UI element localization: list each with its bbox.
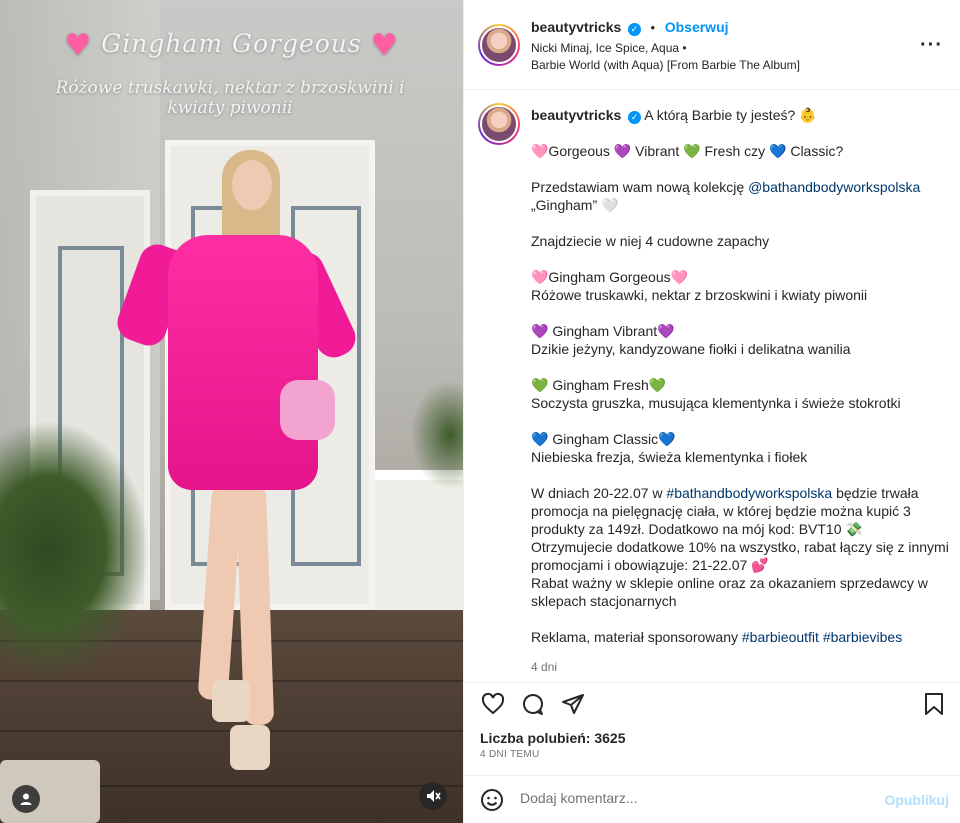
avatar[interactable] <box>478 103 520 145</box>
heart-icon: ♥ <box>370 28 399 63</box>
comment-icon <box>523 694 544 715</box>
caption-username[interactable]: beautyvtricks <box>531 107 621 123</box>
follow-button[interactable]: Obserwuj <box>665 19 729 35</box>
hashtag-link[interactable]: #barbieoutfit <box>742 629 819 645</box>
plant <box>0 420 150 680</box>
post-media[interactable]: ♥ Gingham Gorgeous ♥ Różowe truskawki, n… <box>0 0 463 823</box>
caption-text: beautyvtricks ✓ A którą Barbie ty jesteś… <box>531 106 951 676</box>
figure-shoe <box>212 680 250 722</box>
media-subtitle: Różowe truskawki, nektar z brzoskwini i … <box>55 78 405 118</box>
more-options-icon[interactable]: ··· <box>920 34 943 57</box>
comment-bar: Opublikuj <box>464 775 960 823</box>
figure-face <box>232 160 272 210</box>
post-timestamp[interactable]: 4 DNI TEMU <box>480 749 540 760</box>
comment-input[interactable] <box>520 790 880 806</box>
share-button[interactable] <box>558 689 588 719</box>
post-details: beautyvtricks ✓ • Obserwuj Nicki Minaj, … <box>463 0 960 823</box>
mute-button[interactable] <box>419 782 447 810</box>
emoji-icon <box>481 789 503 811</box>
figure-dress <box>168 235 318 490</box>
audio-info[interactable]: Nicki Minaj, Ice Spice, Aqua • Barbie Wo… <box>531 40 800 74</box>
author-username[interactable]: beautyvtricks <box>531 19 621 35</box>
author-line: beautyvtricks ✓ • Obserwuj <box>531 19 729 36</box>
comment-button[interactable] <box>518 689 548 719</box>
user-icon <box>20 793 32 805</box>
post-header: beautyvtricks ✓ • Obserwuj Nicki Minaj, … <box>464 0 960 90</box>
hashtag-link[interactable]: #barbievibes <box>823 629 902 645</box>
caption-time[interactable]: 4 dni <box>531 658 951 676</box>
bookmark-icon <box>925 693 943 715</box>
save-button[interactable] <box>919 689 949 719</box>
heart-icon <box>481 692 505 715</box>
publish-button[interactable]: Opublikuj <box>884 792 949 808</box>
verified-badge-icon: ✓ <box>628 111 642 124</box>
muted-speaker-icon <box>427 790 441 802</box>
figure-bag <box>280 380 335 440</box>
emoji-button[interactable] <box>480 788 504 815</box>
avatar[interactable] <box>478 24 520 66</box>
like-button[interactable] <box>478 689 508 719</box>
caption-area: beautyvtricks ✓ A którą Barbie ty jesteś… <box>464 91 960 681</box>
separator-dot: • <box>650 20 656 35</box>
heart-icon: ♥ <box>64 28 93 63</box>
tagged-users-button[interactable] <box>12 785 40 813</box>
verified-badge-icon: ✓ <box>627 23 641 36</box>
mention-link[interactable]: @bathandbodyworkspolska <box>748 179 920 195</box>
media-title: ♥ Gingham Gorgeous ♥ <box>64 28 399 63</box>
send-icon <box>562 694 584 714</box>
figure-shoe <box>230 725 270 770</box>
likes-count[interactable]: Liczba polubień: 3625 <box>480 730 625 746</box>
hashtag-link[interactable]: #bathandbodyworkspolska <box>666 485 832 501</box>
plant <box>410 380 463 490</box>
shelf <box>375 470 463 630</box>
